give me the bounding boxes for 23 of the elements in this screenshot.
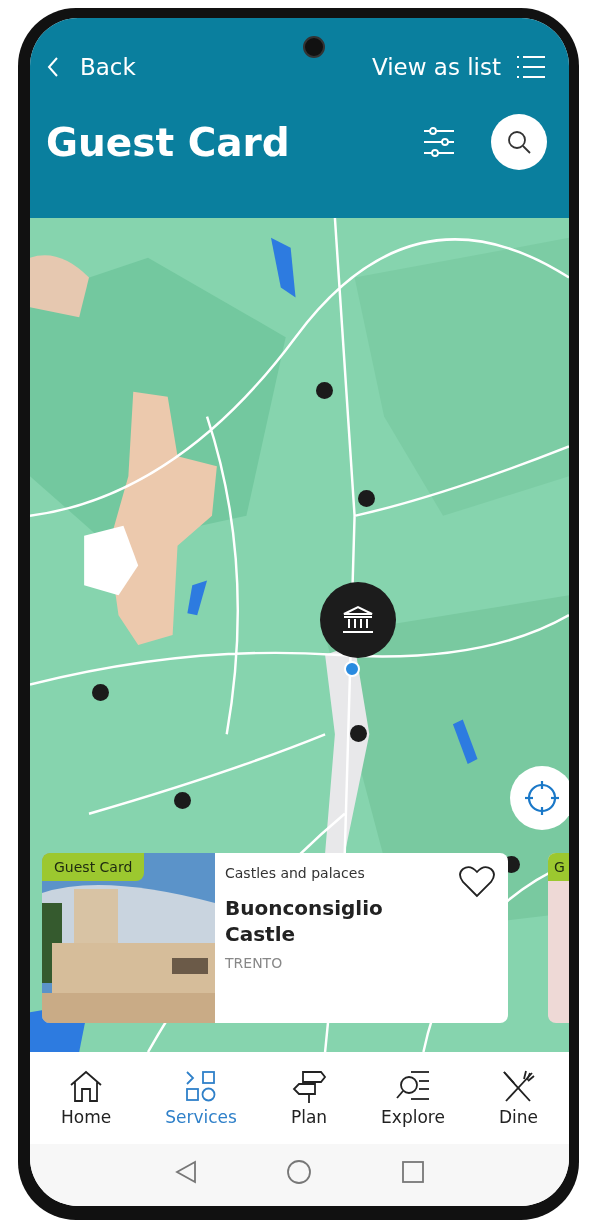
- tab-item[interactable]: Dine: [498, 1069, 538, 1127]
- back-button[interactable]: Back: [46, 54, 136, 80]
- search-list-icon: [395, 1069, 431, 1103]
- view-as-list-button[interactable]: View as list: [371, 54, 547, 80]
- tab-item[interactable]: Plan: [290, 1069, 328, 1127]
- recents-nav-button[interactable]: [400, 1160, 425, 1184]
- tab-item[interactable]: Explore: [381, 1069, 445, 1127]
- triangle-back-icon: [174, 1160, 197, 1184]
- search-icon: [506, 129, 532, 155]
- back-nav-button[interactable]: [174, 1160, 197, 1184]
- signpost-icon: [291, 1069, 327, 1103]
- circle-home-icon: [285, 1159, 312, 1185]
- square-recents-icon: [400, 1160, 425, 1184]
- chevron-left-icon: [46, 56, 60, 78]
- filter-button[interactable]: [423, 127, 455, 157]
- knife-fork-icon: [500, 1069, 537, 1103]
- tab-item[interactable]: Services: [165, 1069, 237, 1127]
- search-button[interactable]: [491, 114, 547, 170]
- tab-item[interactable]: Home: [61, 1069, 112, 1127]
- list-icon: [515, 54, 547, 80]
- page-title: Guest Card: [46, 119, 291, 165]
- sliders-icon: [423, 127, 455, 157]
- home-nav-button[interactable]: [285, 1159, 312, 1185]
